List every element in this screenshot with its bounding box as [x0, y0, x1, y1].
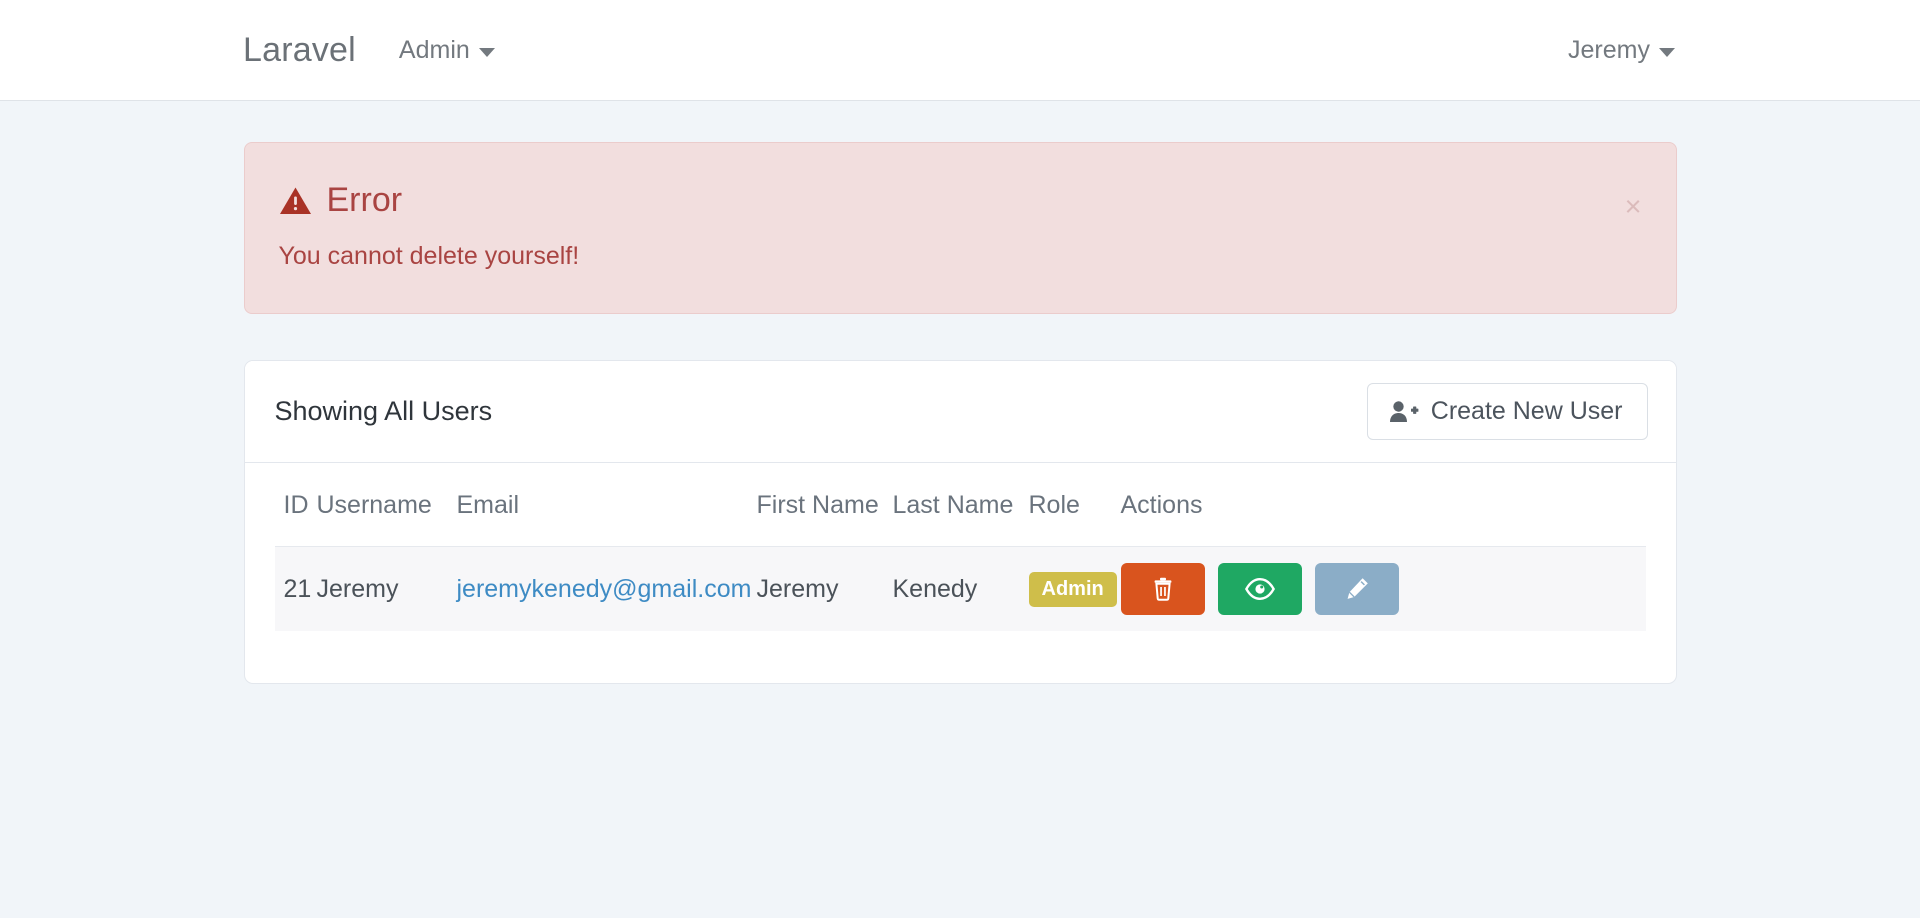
nav-item-admin-label: Admin [398, 35, 470, 64]
page-container: × Error You cannot delete yourself! Show… [243, 101, 1677, 684]
users-card: Showing All Users Create New User ID Use… [243, 360, 1677, 684]
alert-heading-text: Error [326, 181, 403, 219]
table-body: 21 Jeremy jeremykenedy@gmail.com Jeremy … [274, 546, 1646, 631]
users-table: ID Username Email First Name Last Name R… [274, 463, 1646, 631]
nav-item-admin[interactable]: Admin [399, 36, 495, 65]
edit-user-button[interactable] [1314, 563, 1399, 615]
column-header-first-name: First Name [756, 463, 893, 547]
chevron-down-icon [478, 47, 495, 57]
warning-triangle-icon [279, 186, 312, 216]
column-header-actions: Actions [1120, 463, 1646, 547]
alert-message: You cannot delete yourself! [278, 242, 580, 270]
cell-id: 21 [274, 546, 317, 631]
chevron-down-icon [1659, 47, 1675, 57]
cell-role: Admin [1028, 546, 1121, 631]
table-head: ID Username Email First Name Last Name R… [274, 463, 1646, 547]
brand-logo[interactable]: Laravel [243, 31, 356, 70]
eye-icon [1244, 578, 1275, 600]
top-navbar: Laravel Admin Jeremy [0, 0, 1920, 101]
trash-icon [1152, 577, 1174, 601]
cell-actions [1120, 546, 1646, 631]
create-new-user-button[interactable]: Create New User [1366, 383, 1648, 440]
status-badge: Admin [1028, 571, 1117, 607]
column-header-last-name: Last Name [892, 463, 1029, 547]
card-header: Showing All Users Create New User [244, 361, 1676, 463]
alert-heading: Error [279, 181, 1646, 220]
pencil-icon [1344, 576, 1370, 602]
delete-user-button[interactable] [1120, 563, 1205, 615]
column-header-id: ID [274, 463, 317, 547]
row-actions [1120, 563, 1636, 615]
cell-first-name: Jeremy [756, 546, 893, 631]
user-menu-label: Jeremy [1568, 35, 1650, 64]
table-row: 21 Jeremy jeremykenedy@gmail.com Jeremy … [274, 546, 1646, 631]
error-alert: × Error You cannot delete yourself! [243, 142, 1677, 314]
cell-username: Jeremy [316, 546, 457, 631]
user-menu-dropdown[interactable]: Jeremy [1568, 36, 1675, 65]
create-new-user-label: Create New User [1430, 397, 1623, 425]
column-header-role: Role [1028, 463, 1121, 547]
email-link[interactable]: jeremykenedy@gmail.com [457, 575, 752, 603]
primary-nav: Admin [399, 36, 1568, 65]
cell-email: jeremykenedy@gmail.com [456, 546, 757, 631]
view-user-button[interactable] [1217, 563, 1302, 615]
card-body: ID Username Email First Name Last Name R… [245, 463, 1676, 683]
column-header-username: Username [316, 463, 457, 547]
user-plus-icon [1389, 400, 1419, 424]
alert-close-button[interactable]: × [1617, 189, 1650, 226]
cell-last-name: Kenedy [892, 546, 1029, 631]
column-header-email: Email [456, 463, 757, 547]
page-title: Showing All Users [274, 396, 493, 426]
table-header-row: ID Username Email First Name Last Name R… [274, 463, 1646, 547]
user-menu-area: Jeremy [1568, 36, 1920, 65]
